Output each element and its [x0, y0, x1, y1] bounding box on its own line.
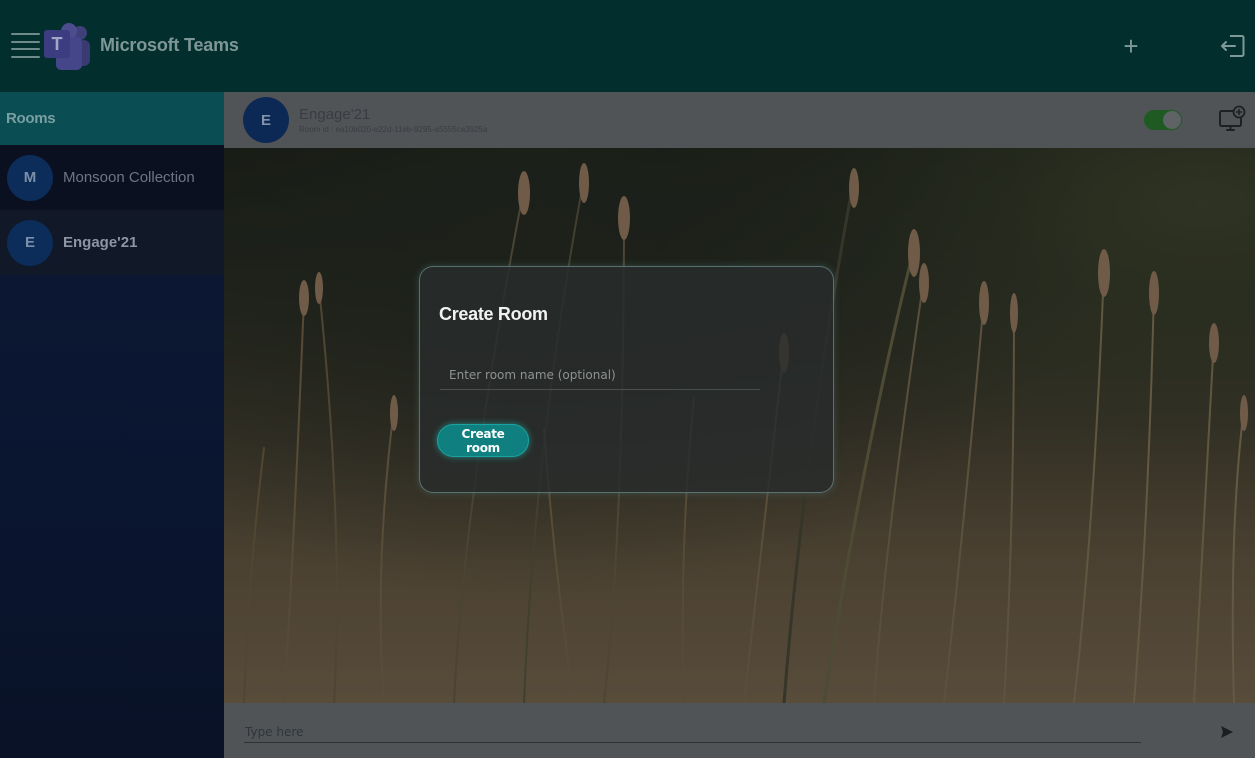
app-title: Microsoft Teams: [100, 35, 239, 55]
screen-share-icon[interactable]: [1218, 105, 1246, 133]
sidebar-item-engage21[interactable]: E Engage'21: [0, 210, 224, 275]
teams-logo-icon: T: [44, 23, 90, 70]
app-header: T Microsoft Teams +: [0, 0, 1255, 92]
room-id: Room id : ea10b020-e22d-11eb-9295-a5555c…: [299, 125, 488, 134]
room-name-input[interactable]: [440, 360, 760, 390]
sidebar: Rooms M Monsoon Collection E Engage'21: [0, 92, 224, 758]
room-toggle[interactable]: [1144, 110, 1182, 130]
plus-icon[interactable]: +: [1119, 33, 1143, 59]
logout-icon[interactable]: [1220, 33, 1246, 59]
room-avatar: E: [7, 219, 53, 266]
room-name: Engage'21: [63, 234, 138, 251]
message-input-bar: [224, 703, 1255, 758]
sidebar-item-monsoon-collection[interactable]: M Monsoon Collection: [0, 145, 224, 210]
create-room-button[interactable]: Create room: [437, 424, 529, 457]
hamburger-menu-icon[interactable]: [11, 33, 40, 58]
room-header: E Engage'21 Room id : ea10b020-e22d-11eb…: [224, 92, 1255, 148]
room-title: Engage'21: [299, 106, 371, 123]
message-input[interactable]: [244, 721, 1141, 743]
room-avatar: M: [7, 154, 53, 201]
logo-letter: T: [52, 34, 63, 54]
room-avatar: E: [243, 97, 289, 143]
rooms-heading: Rooms: [0, 92, 224, 145]
room-name: Monsoon Collection: [63, 169, 195, 186]
create-room-dialog: Create Room Create room: [419, 266, 834, 493]
dialog-title: Create Room: [439, 304, 548, 324]
send-icon[interactable]: [1220, 725, 1234, 739]
toggle-knob: [1163, 111, 1181, 129]
